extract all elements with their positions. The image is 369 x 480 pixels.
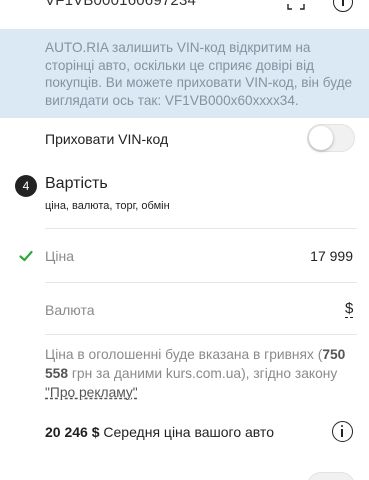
average-price-label: Середня ціна вашого авто (99, 424, 274, 440)
check-icon (19, 250, 33, 262)
uah-price-note: Ціна в оголошенні буде вказана в гривнях… (45, 345, 357, 402)
currency-selector[interactable]: $ (345, 300, 354, 318)
uah-note-middle: грн за даними kurs.com.ua), згідно закон… (68, 366, 338, 381)
section-title: Вартість (45, 175, 108, 192)
divider (45, 334, 357, 335)
price-input[interactable]: 17 999 (310, 248, 353, 264)
vin-input[interactable]: VF1VB000160697234 (45, 0, 196, 9)
average-price: 20 246 $ Середня ціна вашого авто (45, 424, 274, 440)
vin-notice: AUTO.RIA залишить VIN-код відкритим на с… (0, 29, 369, 118)
vin-row: VF1VB000160697234 (0, 0, 369, 16)
info-icon[interactable] (332, 421, 353, 442)
hide-vin-toggle[interactable] (307, 124, 355, 152)
vin-notice-text: AUTO.RIA залишить VIN-код відкритим на с… (45, 40, 353, 108)
divider (45, 228, 357, 229)
currency-label: Валюта (45, 302, 95, 318)
divider (45, 282, 357, 283)
vin-info-icon[interactable] (333, 0, 353, 12)
average-price-amount: 20 246 $ (45, 424, 100, 440)
uah-note-prefix: Ціна в оголошенні буде вказана в гривнях… (45, 347, 323, 362)
advertising-law-link[interactable]: "Про рекламу" (45, 385, 138, 400)
section-subtitle: ціна, валюта, торг, обмін (45, 200, 170, 212)
scan-icon[interactable] (287, 0, 305, 10)
bottom-toggle[interactable] (307, 472, 355, 480)
toggle-knob (309, 126, 333, 150)
hide-vin-label: Приховати VIN-код (45, 131, 169, 147)
hide-vin-row: Приховати VIN-код (0, 118, 369, 160)
price-label: Ціна (45, 248, 74, 264)
step-badge: 4 (15, 175, 37, 197)
